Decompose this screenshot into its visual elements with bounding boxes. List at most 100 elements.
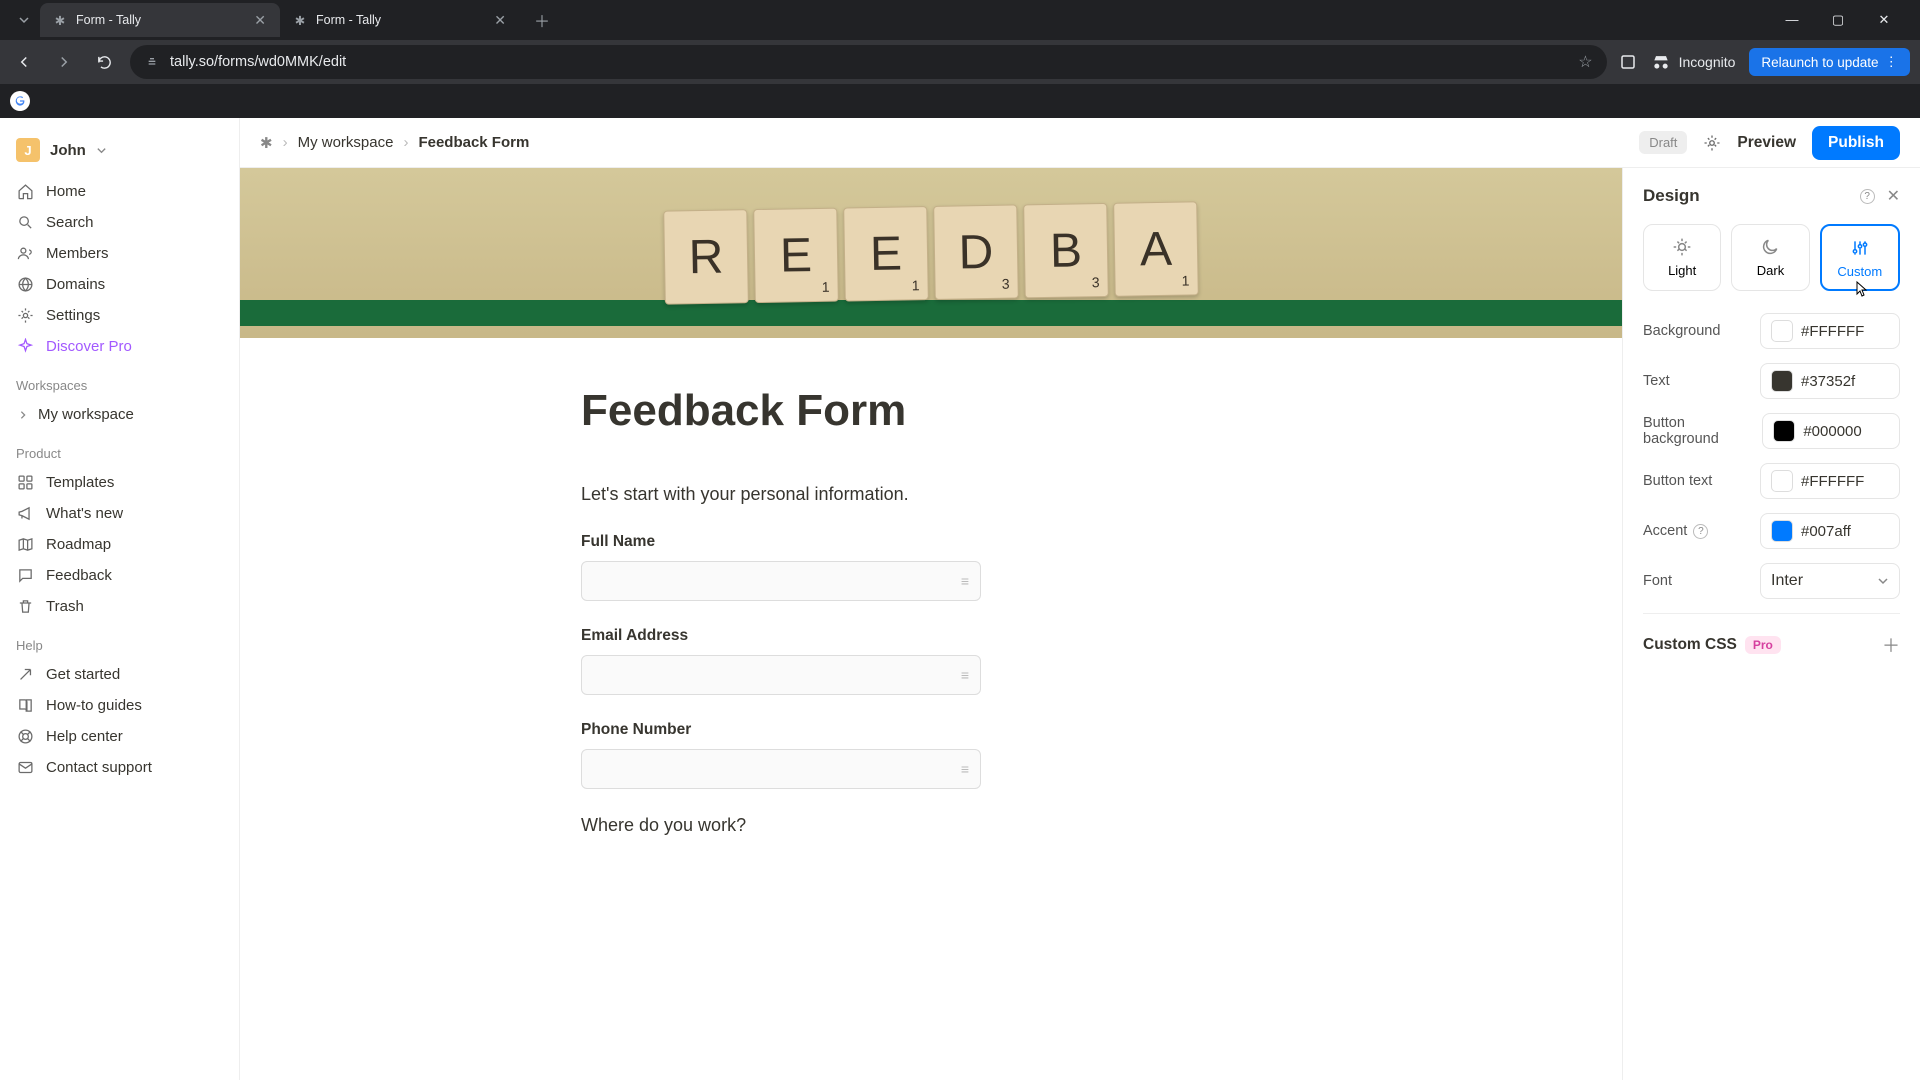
lifebuoy-icon	[16, 728, 34, 745]
sidebar-item-search[interactable]: Search	[0, 207, 239, 238]
tab-search-dropdown[interactable]	[8, 6, 40, 34]
sidebar-item-contact[interactable]: Contact support	[0, 752, 239, 783]
sidebar-item-getstarted[interactable]: Get started	[0, 659, 239, 690]
chevron-down-icon	[1877, 575, 1889, 587]
tab-title: Form - Tally	[76, 13, 244, 27]
custom-css-row[interactable]: Custom CSS Pro ＋	[1643, 613, 1900, 658]
sidebar-item-members[interactable]: Members	[0, 238, 239, 269]
breadcrumb-workspace[interactable]: My workspace	[298, 134, 394, 151]
settings-gear-icon[interactable]	[1703, 134, 1721, 152]
workspace-item[interactable]: My workspace	[0, 399, 239, 430]
back-button[interactable]	[10, 48, 38, 76]
tab-favicon-icon: ✱	[52, 12, 68, 28]
product-header: Product	[0, 430, 239, 467]
user-menu[interactable]: J John	[0, 132, 239, 176]
text-input[interactable]: ≡	[581, 561, 981, 601]
sidebar-item-trash[interactable]: Trash	[0, 591, 239, 622]
bookmark-google[interactable]	[10, 91, 30, 111]
templates-icon	[16, 474, 34, 491]
scrabble-tile: E1	[753, 208, 839, 303]
design-panel-title: Design	[1643, 186, 1700, 206]
form-title[interactable]: Feedback Form	[581, 386, 1281, 436]
drag-handle-icon[interactable]: ≡	[961, 761, 970, 777]
color-swatch	[1771, 370, 1793, 392]
sidebar-item-whatsnew[interactable]: What's new	[0, 498, 239, 529]
incognito-badge[interactable]: Incognito	[1651, 52, 1736, 72]
workspaces-header: Workspaces	[0, 362, 239, 399]
tab-close-icon[interactable]: ✕	[252, 10, 268, 31]
incognito-icon	[1651, 52, 1671, 72]
relaunch-button[interactable]: Relaunch to update ⋮	[1749, 48, 1910, 76]
sidebar-item-discover-pro[interactable]: Discover Pro	[0, 331, 239, 362]
theme-light[interactable]: Light	[1643, 224, 1721, 291]
help-icon[interactable]: ?	[1693, 524, 1708, 539]
editor-area: RE1E1D3B3A1 Feedback Form Let's start wi…	[240, 168, 1920, 1080]
font-select[interactable]: Inter	[1760, 563, 1900, 599]
sidebar-item-home[interactable]: Home	[0, 176, 239, 207]
drag-handle-icon[interactable]: ≡	[961, 573, 970, 589]
scrabble-tile: B3	[1023, 203, 1109, 298]
close-window-button[interactable]: ✕	[1870, 12, 1898, 28]
breadcrumb-separator: ›	[403, 134, 408, 151]
new-tab-button[interactable]: ＋	[528, 6, 556, 34]
color-input-text[interactable]: #37352f	[1760, 363, 1900, 399]
sidebar-item-helpcenter[interactable]: Help center	[0, 721, 239, 752]
field-label[interactable]: Email Address	[581, 627, 1281, 645]
tab-bar: ✱ Form - Tally ✕ ✱ Form - Tally ✕ ＋ ― ▢ …	[0, 0, 1920, 40]
sidebar-item-domains[interactable]: Domains	[0, 269, 239, 300]
bookmark-star-icon[interactable]: ☆	[1578, 52, 1592, 72]
preview-button[interactable]: Preview	[1737, 134, 1796, 152]
forward-button[interactable]	[50, 48, 78, 76]
form-canvas[interactable]: RE1E1D3B3A1 Feedback Form Let's start wi…	[240, 168, 1622, 1080]
minimize-button[interactable]: ―	[1778, 12, 1806, 28]
topbar: ✱ › My workspace › Feedback Form Draft P…	[240, 118, 1920, 168]
field-label[interactable]: Full Name	[581, 533, 1281, 551]
breadcrumb-separator: ›	[283, 134, 288, 151]
design-panel: Design ? ✕ Light Dark	[1622, 168, 1920, 1080]
sidebar: J John Home Search Members Domains Setti…	[0, 118, 240, 1080]
app-logo-icon[interactable]: ✱	[260, 134, 273, 152]
browser-tab[interactable]: ✱ Form - Tally ✕	[280, 3, 520, 37]
publish-button[interactable]: Publish	[1812, 126, 1900, 160]
browser-tab-active[interactable]: ✱ Form - Tally ✕	[40, 3, 280, 37]
theme-custom[interactable]: Custom	[1820, 224, 1900, 291]
scrabble-tile: E1	[843, 206, 929, 301]
color-input-button-bg[interactable]: #000000	[1762, 413, 1900, 449]
field-label[interactable]: Phone Number	[581, 721, 1281, 739]
url-text: tally.so/forms/wd0MMK/edit	[170, 54, 1568, 70]
sidebar-item-howto[interactable]: How-to guides	[0, 690, 239, 721]
extensions-icon[interactable]	[1619, 53, 1637, 71]
form-description[interactable]: Let's start with your personal informati…	[581, 484, 1281, 505]
chevron-down-icon	[96, 145, 107, 156]
scrabble-tile: A1	[1113, 201, 1199, 296]
help-header: Help	[0, 622, 239, 659]
sidebar-item-roadmap[interactable]: Roadmap	[0, 529, 239, 560]
help-icon[interactable]: ?	[1860, 186, 1875, 206]
design-row-text: Text #37352f	[1643, 363, 1900, 399]
address-bar: tally.so/forms/wd0MMK/edit ☆ Incognito R…	[0, 40, 1920, 84]
reload-button[interactable]	[90, 48, 118, 76]
close-panel-icon[interactable]: ✕	[1887, 186, 1900, 206]
site-info-icon[interactable]	[144, 54, 160, 70]
theme-dark[interactable]: Dark	[1731, 224, 1809, 291]
sidebar-item-templates[interactable]: Templates	[0, 467, 239, 498]
sidebar-item-settings[interactable]: Settings	[0, 300, 239, 331]
url-input[interactable]: tally.so/forms/wd0MMK/edit ☆	[130, 45, 1607, 79]
text-input[interactable]: ≡	[581, 655, 981, 695]
design-row-font: Font Inter	[1643, 563, 1900, 599]
color-input-accent[interactable]: #007aff	[1760, 513, 1900, 549]
form-question[interactable]: Where do you work?	[581, 815, 1281, 836]
home-icon	[16, 183, 34, 200]
color-input-button-text[interactable]: #FFFFFF	[1760, 463, 1900, 499]
incognito-label: Incognito	[1679, 54, 1736, 70]
color-input-background[interactable]: #FFFFFF	[1760, 313, 1900, 349]
text-input[interactable]: ≡	[581, 749, 981, 789]
drag-handle-icon[interactable]: ≡	[961, 667, 970, 683]
cover-image[interactable]: RE1E1D3B3A1	[240, 168, 1622, 338]
members-icon	[16, 245, 34, 262]
sidebar-item-feedback[interactable]: Feedback	[0, 560, 239, 591]
maximize-button[interactable]: ▢	[1824, 12, 1852, 28]
megaphone-icon	[16, 505, 34, 522]
main: ✱ › My workspace › Feedback Form Draft P…	[240, 118, 1920, 1080]
tab-close-icon[interactable]: ✕	[492, 10, 508, 31]
